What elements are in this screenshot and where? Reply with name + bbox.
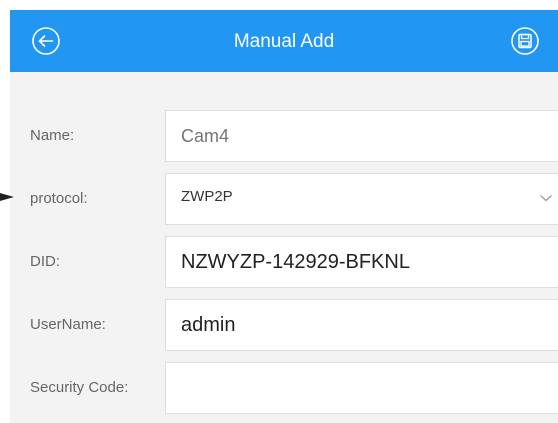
- name-row: Name:: [10, 110, 558, 162]
- back-button[interactable]: [29, 24, 63, 58]
- username-label: UserName:: [30, 316, 106, 333]
- protocol-row: protocol: ZWP2P: [10, 173, 558, 225]
- app-header: Manual Add: [10, 10, 558, 72]
- did-input[interactable]: [165, 236, 558, 288]
- protocol-label: protocol:: [30, 190, 88, 207]
- username-row: UserName:: [10, 299, 558, 351]
- protocol-select[interactable]: ZWP2P: [165, 173, 558, 225]
- back-circle-arrow-icon: [32, 27, 60, 55]
- page-title: Manual Add: [233, 31, 335, 52]
- pointer-arrow-icon: [0, 193, 14, 201]
- name-input[interactable]: [165, 110, 558, 162]
- security-code-label: Security Code:: [30, 379, 129, 396]
- did-row: DID:: [10, 236, 558, 288]
- security-code-row: Security Code:: [10, 362, 558, 414]
- save-button[interactable]: [508, 24, 542, 58]
- manual-add-screen: Manual Add Name: protocol: ZWP2P DID:: [10, 10, 558, 423]
- name-label: Name:: [30, 127, 75, 144]
- security-code-input[interactable]: [165, 362, 558, 414]
- chevron-down-icon: [540, 195, 552, 202]
- did-label: DID:: [30, 253, 60, 270]
- save-floppy-icon: [511, 27, 539, 55]
- protocol-selected-value: ZWP2P: [181, 188, 233, 205]
- username-input[interactable]: [165, 299, 558, 351]
